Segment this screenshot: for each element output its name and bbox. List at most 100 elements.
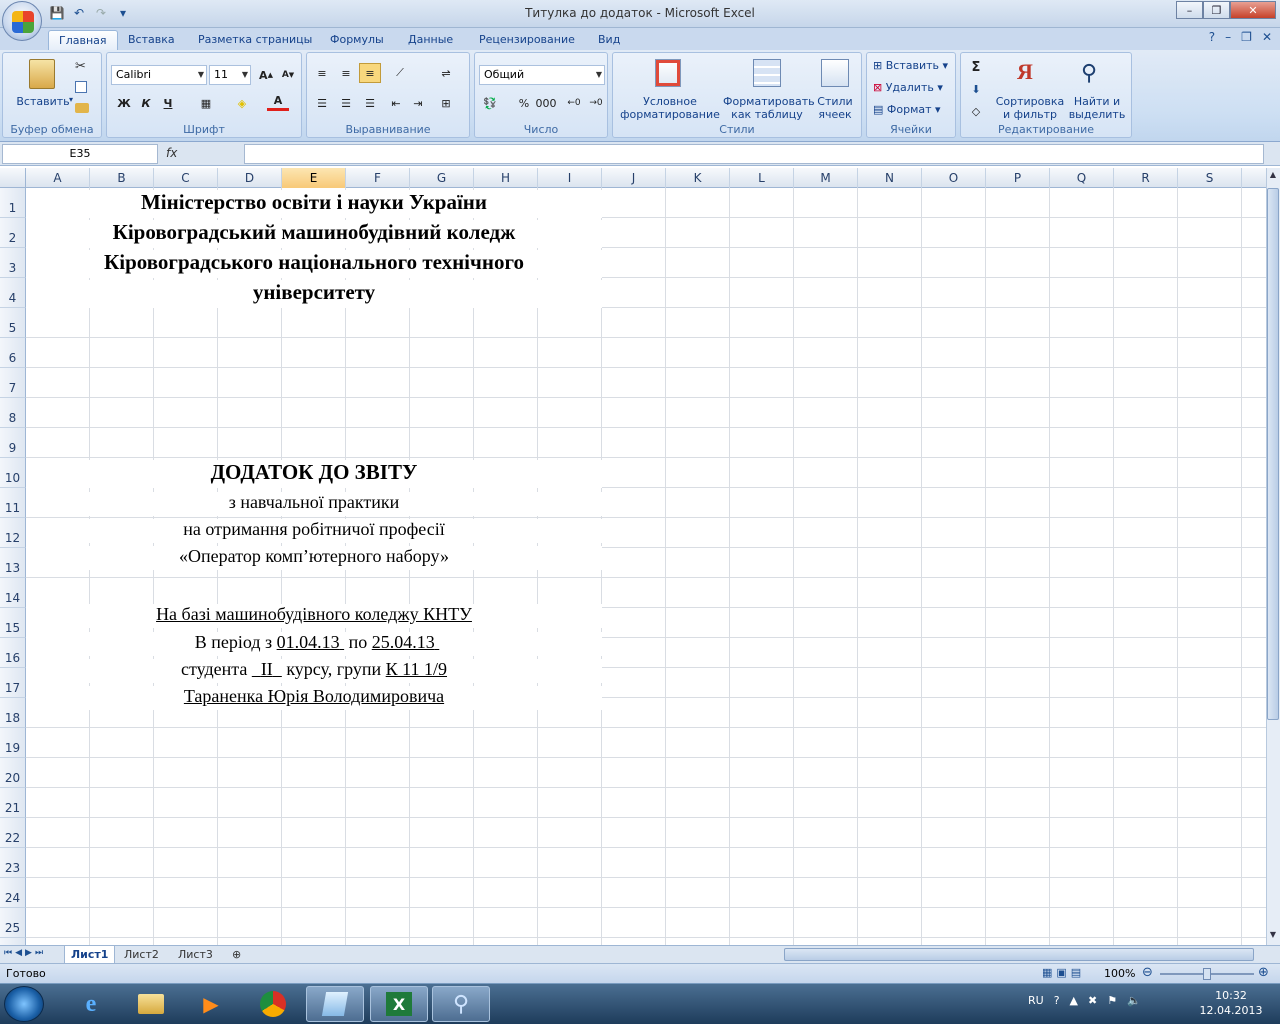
wrap-text-icon[interactable]: ⇌ [435, 63, 457, 83]
column-header[interactable]: M [794, 168, 858, 188]
column-header[interactable]: J [602, 168, 666, 188]
zoom-level[interactable]: 100% [1104, 967, 1135, 980]
row-header[interactable]: 15 [0, 608, 26, 638]
cell-styles-label-1[interactable]: Стили [811, 95, 859, 108]
align-bottom-icon[interactable]: ≡ [359, 63, 381, 83]
bold-button[interactable]: Ж [113, 93, 135, 113]
zoom-in-icon[interactable]: ⊕ [1258, 965, 1269, 980]
increase-indent-icon[interactable]: ⇥ [407, 93, 429, 113]
action-center-icon[interactable]: ⚑ [1107, 994, 1117, 1007]
sort-filter-label-2[interactable]: и фильтр [995, 108, 1065, 121]
row-header[interactable]: 20 [0, 758, 26, 788]
tab-home[interactable]: Главная [48, 30, 118, 50]
column-header[interactable]: P [986, 168, 1050, 188]
cell-base[interactable]: На базі машинобудівного коледжу КНТУ [26, 604, 602, 628]
row-header[interactable]: 4 [0, 278, 26, 308]
tab-view[interactable]: Вид [588, 30, 630, 50]
tab-insert[interactable]: Вставка [118, 30, 185, 50]
row-header[interactable]: 9 [0, 428, 26, 458]
tab-page-layout[interactable]: Разметка страницы [188, 30, 322, 50]
fill-color-icon[interactable]: ◈ [231, 93, 253, 113]
autosum-button[interactable]: Σ [965, 57, 987, 77]
scroll-up-icon[interactable]: ▲ [1267, 170, 1279, 182]
excel-taskbar-icon[interactable]: X [370, 986, 428, 1022]
row-header[interactable]: 10 [0, 458, 26, 488]
column-header[interactable]: R [1114, 168, 1178, 188]
grow-font-icon[interactable]: A ▲ [255, 65, 277, 85]
language-indicator[interactable]: RU [1028, 994, 1044, 1007]
align-right-icon[interactable]: ☰ [359, 93, 381, 113]
sort-filter-label-1[interactable]: Сортировка [995, 95, 1065, 108]
sheet-tab-2[interactable]: Лист2 [118, 946, 165, 964]
row-header[interactable]: 12 [0, 518, 26, 548]
decrease-indent-icon[interactable]: ⇤ [385, 93, 407, 113]
notepad-icon[interactable] [306, 986, 364, 1022]
column-header[interactable]: Q [1050, 168, 1114, 188]
row-header[interactable]: 14 [0, 578, 26, 608]
format-painter-icon[interactable] [75, 103, 89, 113]
row-header[interactable]: 19 [0, 728, 26, 758]
increase-decimal-icon[interactable]: ←0 [563, 93, 585, 113]
ribbon-restore-icon[interactable]: ❐ [1241, 30, 1252, 44]
currency-icon[interactable]: 💱 [479, 93, 501, 113]
shrink-font-icon[interactable]: A ▼ [277, 65, 299, 85]
row-header[interactable]: 7 [0, 368, 26, 398]
cell-profession[interactable]: на отримання робітничої професії [26, 519, 602, 543]
cell-report-title[interactable]: ДОДАТОК ДО ЗВІТУ [26, 460, 602, 488]
thousands-button[interactable]: 000 [535, 93, 557, 113]
column-header[interactable]: G [410, 168, 474, 188]
select-all-button[interactable] [0, 168, 26, 188]
row-header[interactable]: 18 [0, 698, 26, 728]
conditional-formatting-label-1[interactable]: Условное [615, 95, 725, 108]
column-header[interactable]: S [1178, 168, 1242, 188]
cell-university-line2[interactable]: університету [26, 280, 602, 308]
tab-formulas[interactable]: Формулы [320, 30, 394, 50]
office-button[interactable] [2, 1, 42, 41]
network-icon[interactable]: ✖ [1088, 994, 1097, 1007]
row-header[interactable]: 17 [0, 668, 26, 698]
delete-cells-button[interactable]: ⊠ Удалить ▾ [873, 81, 943, 94]
cell-ministry[interactable]: Міністерство освіти і науки України [26, 190, 602, 218]
sheet-tab-3[interactable]: Лист3 [172, 946, 219, 964]
insert-function-button[interactable]: fx [166, 144, 240, 164]
cell-styles-label-2[interactable]: ячеек [811, 108, 859, 121]
column-header[interactable]: F [346, 168, 410, 188]
find-select-label-1[interactable]: Найти и [1065, 95, 1129, 108]
format-cells-button[interactable]: ▤ Формат ▾ [873, 103, 941, 116]
tab-data[interactable]: Данные [398, 30, 463, 50]
minimize-button[interactable]: – [1176, 1, 1203, 19]
chrome-icon[interactable] [244, 986, 302, 1022]
row-header[interactable]: 13 [0, 548, 26, 578]
sheet-nav-icon[interactable]: ⏮◀▶⏭ [4, 948, 46, 958]
row-header[interactable]: 5 [0, 308, 26, 338]
align-left-icon[interactable]: ☰ [311, 93, 333, 113]
close-button[interactable]: ✕ [1230, 1, 1276, 19]
decrease-decimal-icon[interactable]: →0 [585, 93, 607, 113]
view-buttons-icon[interactable]: ▦▣▤ [1042, 966, 1085, 979]
tab-review[interactable]: Рецензирование [469, 30, 585, 50]
column-header[interactable]: B [90, 168, 154, 188]
ribbon-close-icon[interactable]: ✕ [1262, 30, 1272, 44]
paste-icon[interactable] [29, 59, 55, 89]
underline-button[interactable]: Ч [157, 93, 179, 113]
borders-icon[interactable]: ▦ [195, 93, 217, 113]
column-header[interactable]: A [26, 168, 90, 188]
volume-icon[interactable]: 🔈 [1127, 994, 1141, 1007]
format-as-table-icon[interactable] [753, 59, 781, 87]
font-name-select[interactable]: Calibri ▼ [111, 65, 207, 85]
row-header[interactable]: 21 [0, 788, 26, 818]
cell-operator[interactable]: «Оператор комп’ютерного набору» [26, 546, 602, 570]
percent-button[interactable]: % [513, 93, 535, 113]
media-player-icon[interactable]: ▶ [182, 986, 240, 1022]
cell-college[interactable]: Кіровоградський машинобудівний коледж [26, 220, 602, 248]
row-header[interactable]: 8 [0, 398, 26, 428]
align-middle-icon[interactable]: ≡ [335, 63, 357, 83]
row-header[interactable]: 1 [0, 188, 26, 218]
cell-student[interactable]: студента II курсу, групи К 11 1/9 [26, 659, 602, 683]
merge-center-icon[interactable]: ⊞ [435, 93, 457, 113]
name-box[interactable]: E35 [2, 144, 158, 164]
tray-expand-icon[interactable]: ▲ [1070, 994, 1078, 1007]
conditional-formatting-label-2[interactable]: форматирование [615, 108, 725, 121]
column-header[interactable]: C [154, 168, 218, 188]
cell-practice[interactable]: з навчальної практики [26, 492, 602, 516]
